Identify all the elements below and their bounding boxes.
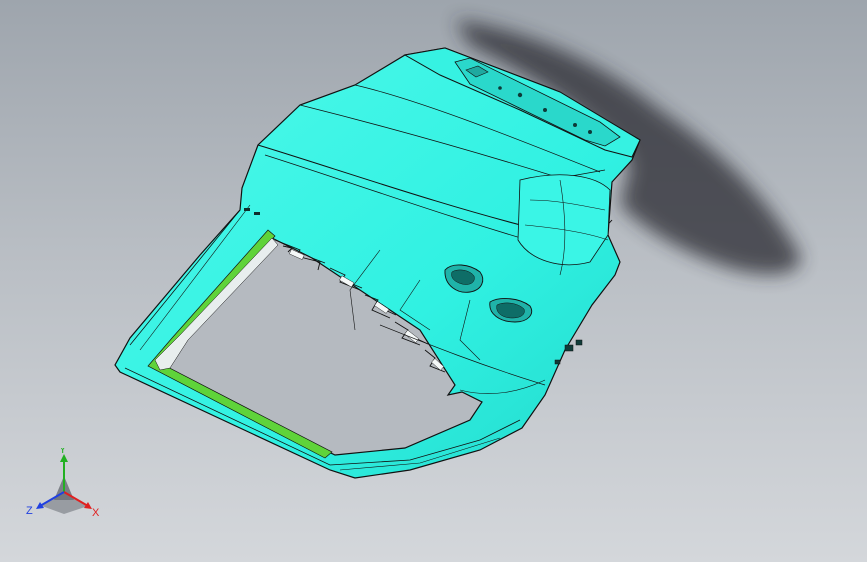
x-axis-label: X [92, 507, 100, 519]
y-axis-label: Y [59, 448, 67, 456]
model-view[interactable] [0, 0, 867, 562]
z-axis-label: Z [26, 505, 33, 517]
coordinate-triad: Y X Z [26, 448, 100, 519]
graphics-viewport[interactable]: Y X Z [0, 0, 867, 562]
